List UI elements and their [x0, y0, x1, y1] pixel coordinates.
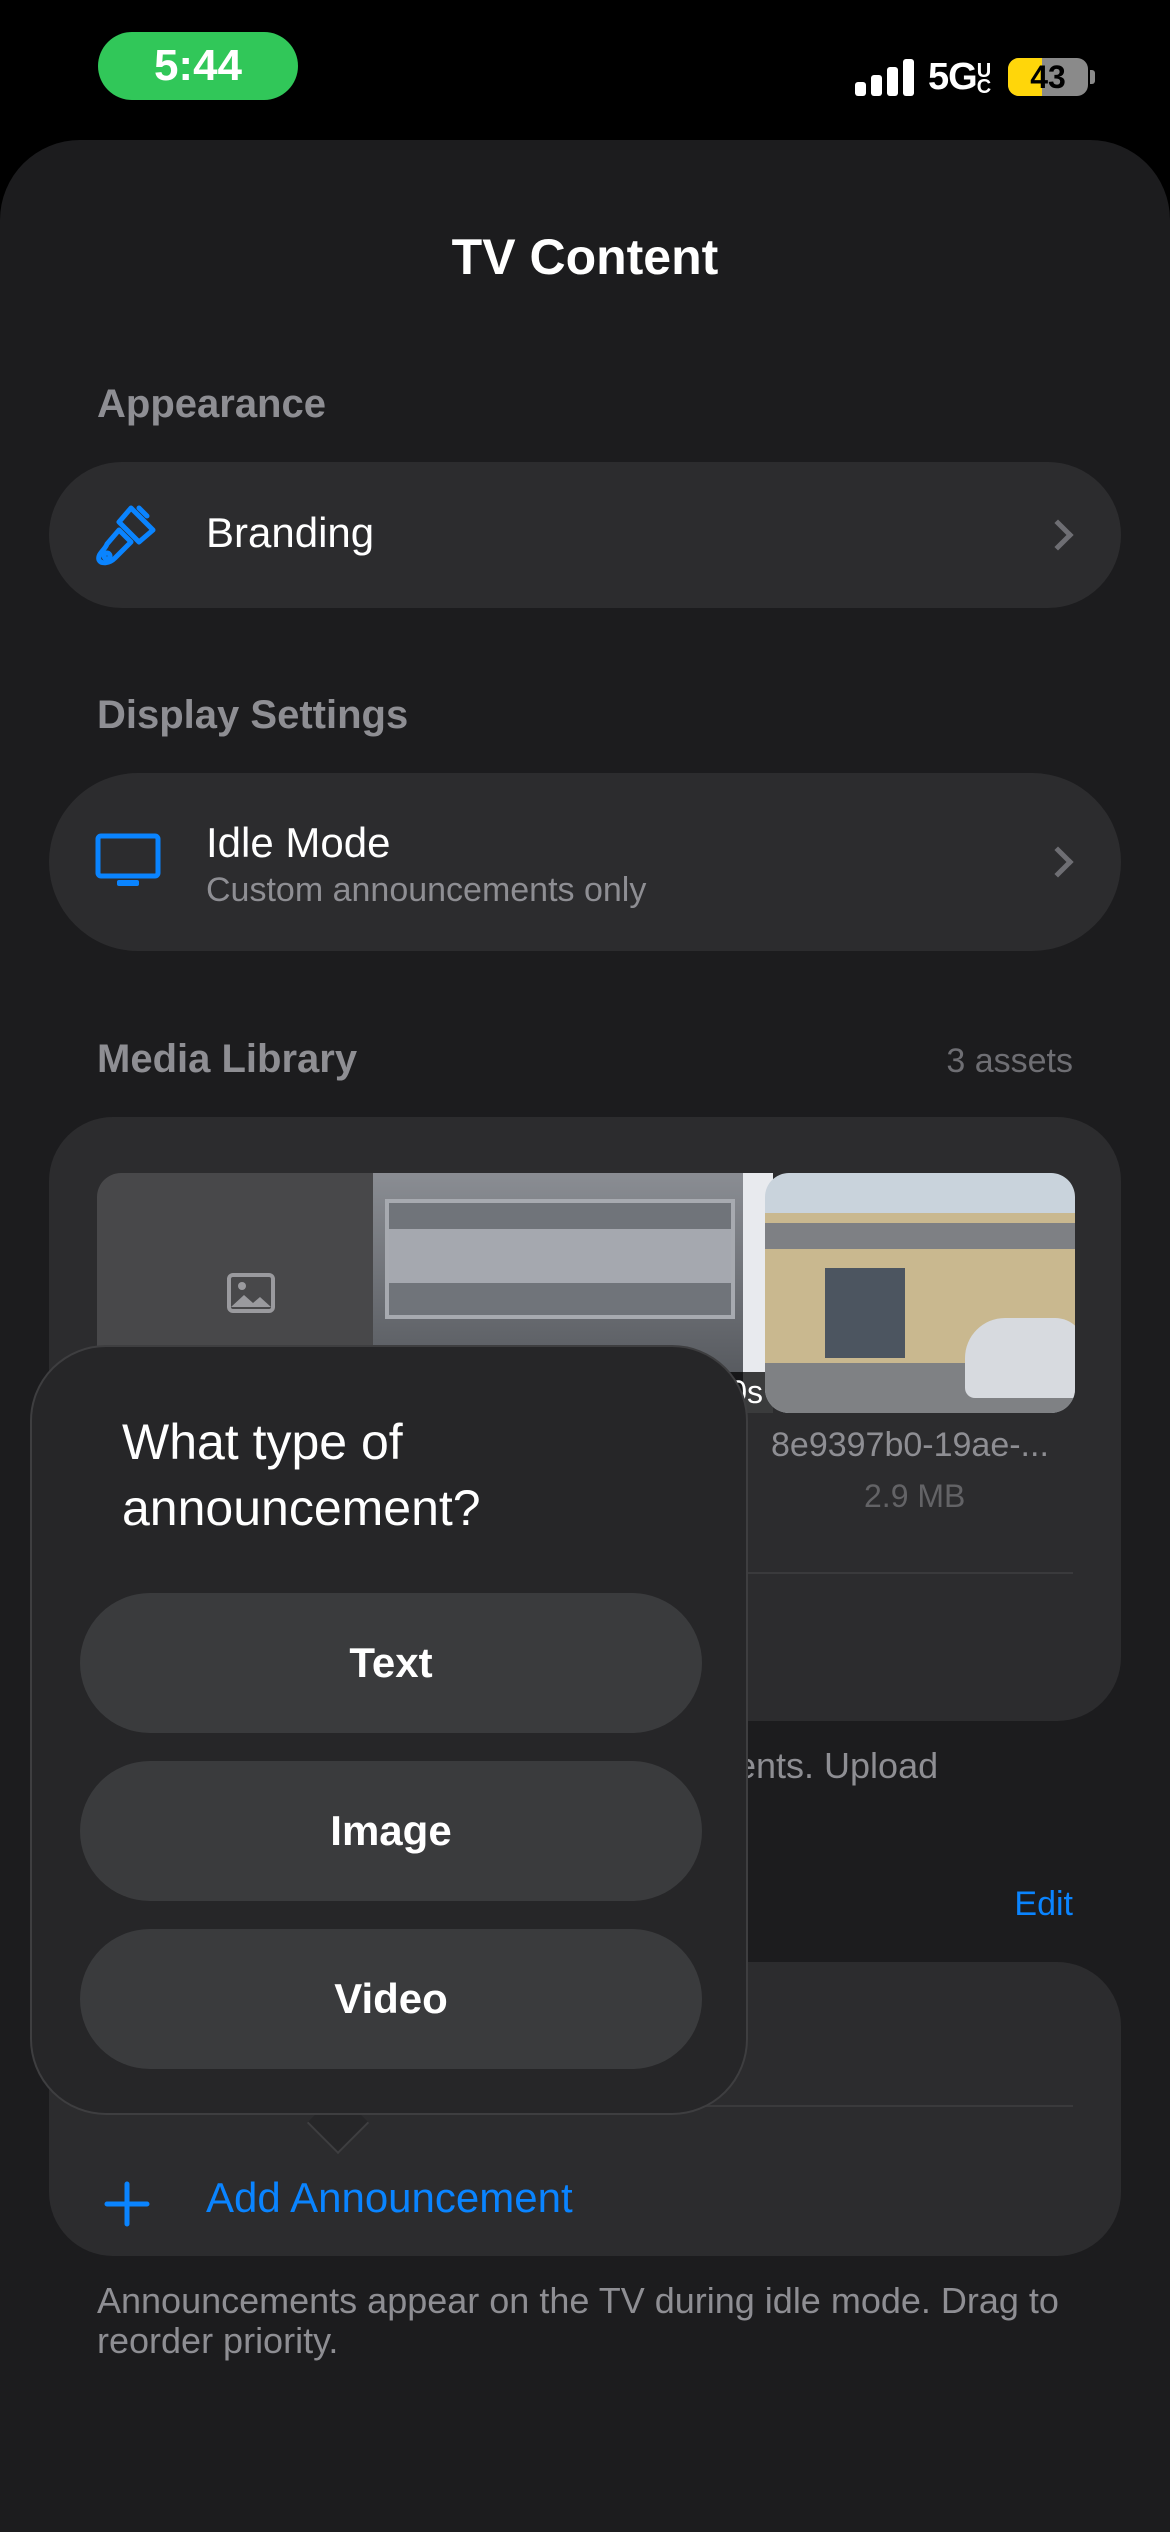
announcements-footnote: Announcements appear on the TV during id…: [97, 2280, 1059, 2361]
idle-mode-subtitle: Custom announcements only: [206, 871, 647, 909]
chevron-right-icon: [1042, 846, 1074, 878]
photo-icon: [227, 1273, 275, 1313]
status-time[interactable]: 5:44: [98, 32, 298, 100]
plus-icon: [104, 2181, 150, 2227]
section-header-appearance: Appearance: [97, 382, 326, 426]
text-option-button[interactable]: Text: [80, 1593, 702, 1733]
edit-button[interactable]: Edit: [1014, 1885, 1073, 1924]
video-option-button[interactable]: Video: [80, 1929, 702, 2069]
add-announcement-label: Add Announcement: [206, 2174, 573, 2221]
chevron-right-icon: [1042, 519, 1074, 551]
battery-level: 43: [1030, 58, 1066, 95]
media-asset-photo[interactable]: [765, 1173, 1075, 1413]
asset-name: 8e9397b0-19ae-...: [771, 1426, 1049, 1464]
tv-icon: [95, 833, 161, 894]
announcement-type-popover: What type of announcement? Text Image Vi…: [30, 1345, 748, 2115]
branding-row[interactable]: Branding: [49, 462, 1121, 608]
awning: [765, 1223, 1075, 1249]
idle-mode-label: Idle Mode: [206, 819, 391, 866]
asset-size: 2.9 MB: [864, 1478, 966, 1514]
cellular-signal-icon: [855, 58, 915, 96]
asset-count: 3 assets: [946, 1042, 1073, 1080]
status-bar: 5:44 5GUC 43: [0, 0, 1170, 140]
battery-nub: [1090, 70, 1095, 84]
image-option-button[interactable]: Image: [80, 1761, 702, 1901]
branding-label: Branding: [206, 509, 375, 556]
garage-door: [385, 1199, 735, 1319]
section-header-display-settings: Display Settings: [97, 693, 409, 737]
page-title: TV Content: [451, 229, 719, 285]
section-header-media-library: Media Library: [97, 1037, 358, 1081]
paintbrush-icon: [95, 500, 161, 575]
add-announcement-button[interactable]: Add Announcement: [49, 2154, 1121, 2254]
battery-icon: 43: [1008, 58, 1088, 96]
idle-mode-row[interactable]: Idle Mode Custom announcements only: [49, 773, 1121, 951]
storefront-door: [825, 1268, 905, 1358]
parked-car: [965, 1318, 1075, 1398]
network-type: 5GUC: [928, 56, 991, 98]
popover-title: What type of announcement?: [122, 1414, 481, 1536]
